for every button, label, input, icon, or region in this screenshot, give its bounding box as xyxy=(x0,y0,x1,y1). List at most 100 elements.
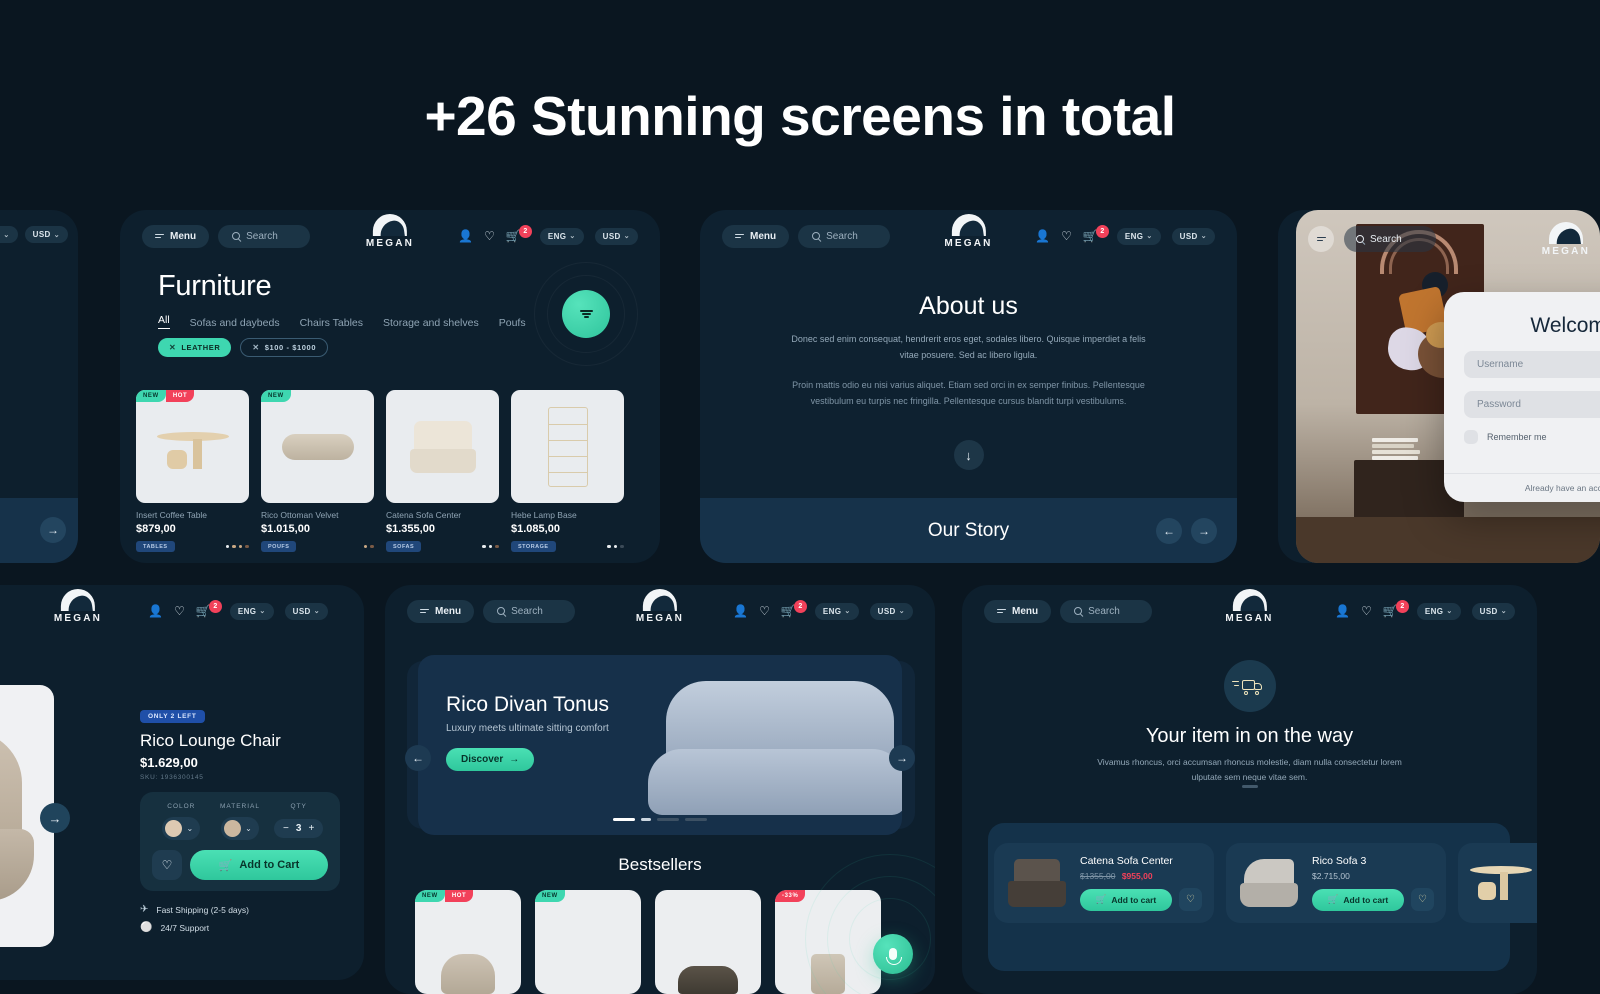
search-input[interactable]: Search xyxy=(1060,599,1153,623)
search-input[interactable]: Search xyxy=(1344,226,1436,252)
tab-poufs[interactable]: Poufs xyxy=(499,317,526,329)
currency-selector[interactable]: USD ⌄ xyxy=(594,227,638,245)
next-arrow-partial[interactable]: → xyxy=(40,517,66,543)
page-title: +26 Stunning screens in total xyxy=(424,85,1176,147)
add-to-cart-button[interactable]: 🛒 Add to cart xyxy=(1312,888,1404,911)
cart-badge: 2 xyxy=(208,600,222,613)
search-input[interactable]: Search xyxy=(798,224,891,248)
recommended-card[interactable]: Catena Sofa Center $1355,00 $955,00 🛒 Ad… xyxy=(994,843,1214,923)
add-to-cart-button[interactable]: 🛒 Add to Cart xyxy=(190,850,328,880)
add-to-cart-button[interactable]: 🛒 Add to cart xyxy=(1080,888,1172,911)
language-selector[interactable]: ENG ⌄ xyxy=(539,227,584,245)
bestseller-card[interactable] xyxy=(655,890,761,994)
wishlist-button[interactable]: ♡ xyxy=(1411,888,1434,911)
tab-storage-shelves[interactable]: Storage and shelves xyxy=(383,317,479,329)
product-price: $1.085,00 xyxy=(511,523,560,535)
bestseller-card[interactable]: NEW xyxy=(535,890,641,994)
language-selector[interactable]: ENG ⌄ xyxy=(1116,227,1161,245)
tag-new: NEW xyxy=(136,390,166,402)
recommended-card-partial[interactable] xyxy=(1458,843,1537,923)
hero-prev-button[interactable]: ← xyxy=(405,745,431,771)
currency-selector[interactable]: USD ⌄ xyxy=(869,602,913,620)
tab-all[interactable]: All xyxy=(158,314,170,329)
wishlist-button[interactable]: ♡ xyxy=(1179,888,1202,911)
detail-nav-actions: 👤 ♡ 🛒 2 ENG ⌄ USD ⌄ xyxy=(148,600,328,620)
cart-icon[interactable]: 🛒 2 xyxy=(781,600,807,617)
currency-selector-partial[interactable]: USD ⌄ xyxy=(24,226,68,243)
language-selector-partial[interactable]: ENG⌄ xyxy=(0,226,18,243)
brand-logo[interactable]: MEGAN xyxy=(366,214,414,249)
material-label: MATERIAL xyxy=(219,803,261,810)
voice-search-button[interactable] xyxy=(873,934,913,974)
scroll-down-button[interactable]: ↓ xyxy=(953,440,984,470)
product-card[interactable]: Hebe Lamp Base $1.085,00 STORAGE xyxy=(511,390,624,552)
screen-furniture-catalog: Menu Search MEGAN 👤 ♡ 🛒 2 ENG ⌄ USD ⌄ Fu… xyxy=(120,210,660,563)
currency-selector[interactable]: USD ⌄ xyxy=(1171,227,1215,245)
product-card[interactable]: Catena Sofa Center $1.355,00 SOFAS xyxy=(386,390,499,552)
close-icon[interactable]: ✕ xyxy=(169,343,176,352)
brand-logo[interactable]: MEGAN xyxy=(54,589,102,624)
heart-icon[interactable]: ♡ xyxy=(484,230,495,242)
cart-icon[interactable]: 🛒 2 xyxy=(1383,600,1409,617)
user-icon[interactable]: 👤 xyxy=(733,605,748,617)
user-icon[interactable]: 👤 xyxy=(1035,230,1050,242)
language-selector[interactable]: ENG ⌄ xyxy=(814,602,859,620)
menu-button[interactable]: Menu xyxy=(984,599,1052,623)
tab-sofas-daybeds[interactable]: Sofas and daybeds xyxy=(190,317,280,329)
user-icon[interactable]: 👤 xyxy=(1335,605,1350,617)
gallery-next-button[interactable]: → xyxy=(40,803,70,833)
catalog-nav-actions: 👤 ♡ 🛒 2 ENG ⌄ USD ⌄ xyxy=(458,225,638,245)
heart-icon[interactable]: ♡ xyxy=(1061,230,1072,242)
close-icon[interactable]: ✕ xyxy=(252,343,259,352)
password-field[interactable]: Password xyxy=(1464,391,1600,418)
heart-icon[interactable]: ♡ xyxy=(1361,605,1372,617)
currency-selector[interactable]: USD ⌄ xyxy=(284,602,328,620)
language-selector[interactable]: ENG ⌄ xyxy=(1416,602,1461,620)
discover-button[interactable]: Discover → xyxy=(446,748,535,771)
menu-button[interactable]: Menu xyxy=(142,224,210,248)
story-next-button[interactable]: → xyxy=(1191,517,1217,544)
user-icon[interactable]: 👤 xyxy=(148,605,163,617)
bestseller-card[interactable]: NEW HOT xyxy=(415,890,521,994)
menu-button[interactable] xyxy=(1308,226,1334,252)
brand-logo[interactable]: MEGAN xyxy=(636,589,684,624)
wishlist-button[interactable]: ♡ xyxy=(152,850,182,880)
remember-me-checkbox[interactable] xyxy=(1464,430,1478,444)
cart-icon[interactable]: 🛒 2 xyxy=(506,225,532,242)
brand-logo[interactable]: MEGAN xyxy=(1542,222,1590,257)
remember-me-row[interactable]: Remember me xyxy=(1464,430,1600,444)
material-selector[interactable]: ⌄ xyxy=(221,817,259,840)
chevron-down-icon: ⌄ xyxy=(1200,233,1207,240)
product-card[interactable]: NEW Rico Ottoman Velvet $1.015,00 POUFS xyxy=(261,390,374,552)
qty-increment-button[interactable]: + xyxy=(308,823,314,834)
language-selector[interactable]: ENG ⌄ xyxy=(229,602,274,620)
qty-decrement-button[interactable]: − xyxy=(283,823,289,834)
login-footer-link[interactable]: Already have an account? xyxy=(1444,473,1600,502)
filter-button[interactable] xyxy=(562,290,610,338)
heart-icon[interactable]: ♡ xyxy=(174,605,185,617)
quantity-stepper[interactable]: − 3 + xyxy=(274,819,324,838)
product-card[interactable]: NEW HOT Insert Coffee Table $879,00 TABL… xyxy=(136,390,249,552)
cart-icon[interactable]: 🛒 2 xyxy=(196,600,222,617)
search-input[interactable]: Search xyxy=(483,599,576,623)
product-footer: SOFAS xyxy=(386,541,499,552)
brand-logo[interactable]: MEGAN xyxy=(944,214,992,249)
filter-chip-leather[interactable]: ✕ LEATHER xyxy=(158,338,232,357)
filter-chip-price[interactable]: ✕ $100 - $1000 xyxy=(240,338,329,357)
menu-button[interactable]: Menu xyxy=(407,599,475,623)
cart-icon[interactable]: 🛒 2 xyxy=(1083,225,1109,242)
search-input[interactable]: Search xyxy=(218,224,311,248)
tab-chairs-tables[interactable]: Chairs Tables xyxy=(300,317,363,329)
hero-slide-indicators[interactable] xyxy=(613,818,707,821)
menu-button[interactable]: Menu xyxy=(722,224,790,248)
username-field[interactable]: Username xyxy=(1464,351,1600,378)
currency-selector[interactable]: USD ⌄ xyxy=(1471,602,1515,620)
brand-logo[interactable]: MEGAN xyxy=(1225,589,1273,624)
recommended-card[interactable]: Rico Sofa 3 $2.715,00 🛒 Add to cart ♡ xyxy=(1226,843,1446,923)
arrow-left-icon: ← xyxy=(412,751,424,765)
user-icon[interactable]: 👤 xyxy=(458,230,473,242)
heart-icon[interactable]: ♡ xyxy=(759,605,770,617)
color-selector[interactable]: ⌄ xyxy=(162,817,201,840)
hero-next-button[interactable]: → xyxy=(889,745,915,771)
story-prev-button[interactable]: ← xyxy=(1156,517,1182,544)
